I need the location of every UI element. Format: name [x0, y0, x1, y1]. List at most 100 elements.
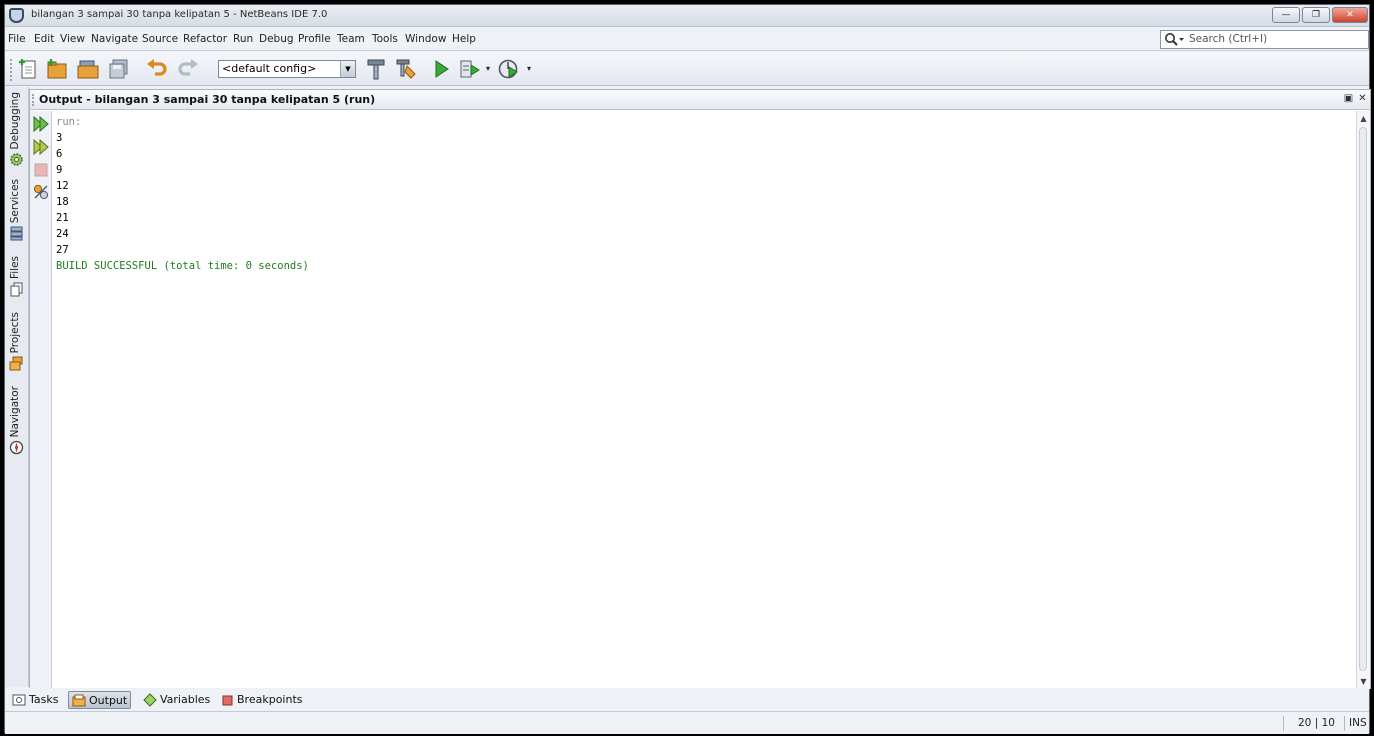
- config-value: <default config>: [222, 62, 317, 75]
- menu-tools[interactable]: Tools: [372, 33, 398, 45]
- open-project-icon[interactable]: [76, 58, 100, 80]
- tab-debugging-label: Debugging: [9, 91, 21, 149]
- left-side-tabs: Debugging Services Files Projects Naviga…: [5, 87, 29, 687]
- new-project-icon[interactable]: [45, 58, 69, 80]
- close-button[interactable]: ✕: [1332, 7, 1368, 23]
- undo-icon[interactable]: [145, 58, 169, 80]
- netbeans-window: bilangan 3 sampai 30 tanpa kelipatan 5 -…: [4, 4, 1371, 734]
- output-line: 3: [56, 132, 63, 144]
- tab-services[interactable]: Services: [7, 179, 27, 243]
- breakpoint-icon: [222, 695, 233, 706]
- output-line: 12: [56, 180, 69, 192]
- insert-mode: INS: [1349, 717, 1367, 729]
- profile-dropdown-arrow[interactable]: ▾: [527, 64, 531, 73]
- settings-tools-icon[interactable]: [32, 183, 50, 201]
- menu-team[interactable]: Team: [337, 33, 365, 45]
- variables-diamond-icon: [143, 693, 157, 707]
- output-panel-header: Output - bilangan 3 sampai 30 tanpa keli…: [30, 90, 1370, 110]
- services-icon: [10, 226, 23, 241]
- navigator-compass-icon: [9, 440, 24, 455]
- output-text-area[interactable]: run: 3 6 9 12 18 21 24 27 BUILD SUCCESSF…: [56, 114, 309, 274]
- debugging-gear-icon: [10, 153, 23, 166]
- tab-services-label: Services: [9, 178, 21, 223]
- caret-position: 20 | 10: [1298, 717, 1335, 729]
- search-icon[interactable]: [1164, 32, 1186, 48]
- main-toolbar: <default config> ▼ ▾ ▾: [5, 52, 1369, 86]
- tab-variables[interactable]: Variables: [140, 691, 213, 709]
- scroll-up-arrow-icon[interactable]: ▲: [1357, 112, 1370, 125]
- stop-icon[interactable]: [32, 161, 50, 179]
- menu-run[interactable]: Run: [233, 33, 253, 45]
- projects-icon: [9, 356, 23, 371]
- menu-view[interactable]: View: [60, 33, 85, 45]
- profile-project-icon[interactable]: [497, 58, 521, 80]
- search-box[interactable]: Search (Ctrl+I): [1160, 30, 1369, 49]
- tab-variables-label: Variables: [160, 693, 211, 706]
- menu-file[interactable]: File: [8, 33, 26, 45]
- output-line: 21: [56, 212, 69, 224]
- window-title: bilangan 3 sampai 30 tanpa kelipatan 5 -…: [31, 9, 328, 20]
- debug-dropdown-arrow[interactable]: ▾: [486, 64, 490, 73]
- tab-tasks-label: Tasks: [29, 693, 59, 706]
- clean-build-icon[interactable]: [394, 58, 418, 80]
- output-line: run:: [56, 116, 82, 128]
- menu-refactor[interactable]: Refactor: [183, 33, 227, 45]
- tab-files[interactable]: Files: [7, 255, 27, 299]
- new-file-icon[interactable]: [17, 58, 41, 80]
- tab-output[interactable]: Output: [68, 691, 132, 709]
- run-project-icon[interactable]: [429, 58, 453, 80]
- tab-projects[interactable]: Projects: [7, 309, 27, 373]
- panel-grip: [32, 94, 35, 106]
- tab-debugging[interactable]: Debugging: [7, 91, 27, 169]
- panel-close-button[interactable]: ✕: [1357, 94, 1368, 105]
- files-icon: [10, 282, 23, 297]
- chevron-down-icon[interactable]: ▼: [340, 61, 355, 77]
- scroll-thumb[interactable]: [1359, 127, 1367, 671]
- output-panel-title: Output - bilangan 3 sampai 30 tanpa keli…: [39, 93, 376, 106]
- scroll-down-arrow-icon[interactable]: ▼: [1357, 675, 1370, 688]
- toolbar-grip: [10, 59, 13, 81]
- output-vertical-scrollbar[interactable]: ▲ ▼: [1356, 111, 1370, 689]
- save-all-icon[interactable]: [107, 58, 131, 80]
- menu-debug[interactable]: Debug: [259, 33, 294, 45]
- menu-bar: File Edit View Navigate Source Refactor …: [5, 28, 1369, 51]
- menu-window[interactable]: Window: [405, 33, 446, 45]
- build-status-line: BUILD SUCCESSFUL (total time: 0 seconds): [56, 260, 309, 272]
- maximize-button[interactable]: ❐: [1302, 7, 1330, 23]
- search-input[interactable]: Search (Ctrl+I): [1189, 33, 1267, 45]
- output-line: 24: [56, 228, 69, 240]
- output-line: 27: [56, 244, 69, 256]
- bottom-tab-bar: Tasks Output Variables Breakpoints: [5, 688, 1369, 712]
- tab-breakpoints[interactable]: Breakpoints: [217, 691, 306, 709]
- output-line: 9: [56, 164, 63, 176]
- output-line: 6: [56, 148, 63, 160]
- status-separator: [1344, 716, 1345, 731]
- output-panel: Output - bilangan 3 sampai 30 tanpa keli…: [29, 89, 1371, 689]
- menu-source[interactable]: Source: [142, 33, 178, 45]
- menu-navigate[interactable]: Navigate: [91, 33, 138, 45]
- tasks-icon: [12, 694, 26, 706]
- menu-profile[interactable]: Profile: [298, 33, 331, 45]
- minimize-button[interactable]: —: [1272, 7, 1300, 23]
- tab-tasks[interactable]: Tasks: [9, 691, 61, 709]
- output-line: 18: [56, 196, 69, 208]
- tab-breakpoints-label: Breakpoints: [237, 693, 303, 706]
- menu-edit[interactable]: Edit: [34, 33, 54, 45]
- output-icon: [72, 694, 86, 707]
- debug-project-icon[interactable]: [458, 58, 482, 80]
- status-bar: 20 | 10 INS: [5, 713, 1369, 734]
- status-separator: [1283, 716, 1284, 731]
- tab-output-label: Output: [89, 694, 128, 707]
- menu-help[interactable]: Help: [452, 33, 476, 45]
- rerun-with-options-icon[interactable]: [32, 138, 50, 156]
- tab-navigator-label: Navigator: [9, 385, 21, 437]
- tab-navigator[interactable]: Navigator: [7, 383, 27, 457]
- redo-icon[interactable]: [176, 58, 200, 80]
- rerun-icon[interactable]: [32, 115, 50, 133]
- config-select[interactable]: <default config> ▼: [218, 60, 356, 78]
- tab-files-label: Files: [9, 255, 21, 279]
- panel-maximize-button[interactable]: ▣: [1343, 94, 1354, 105]
- build-hammer-icon[interactable]: [364, 58, 388, 80]
- title-bar: bilangan 3 sampai 30 tanpa kelipatan 5 -…: [5, 5, 1369, 27]
- netbeans-app-icon: [9, 8, 24, 23]
